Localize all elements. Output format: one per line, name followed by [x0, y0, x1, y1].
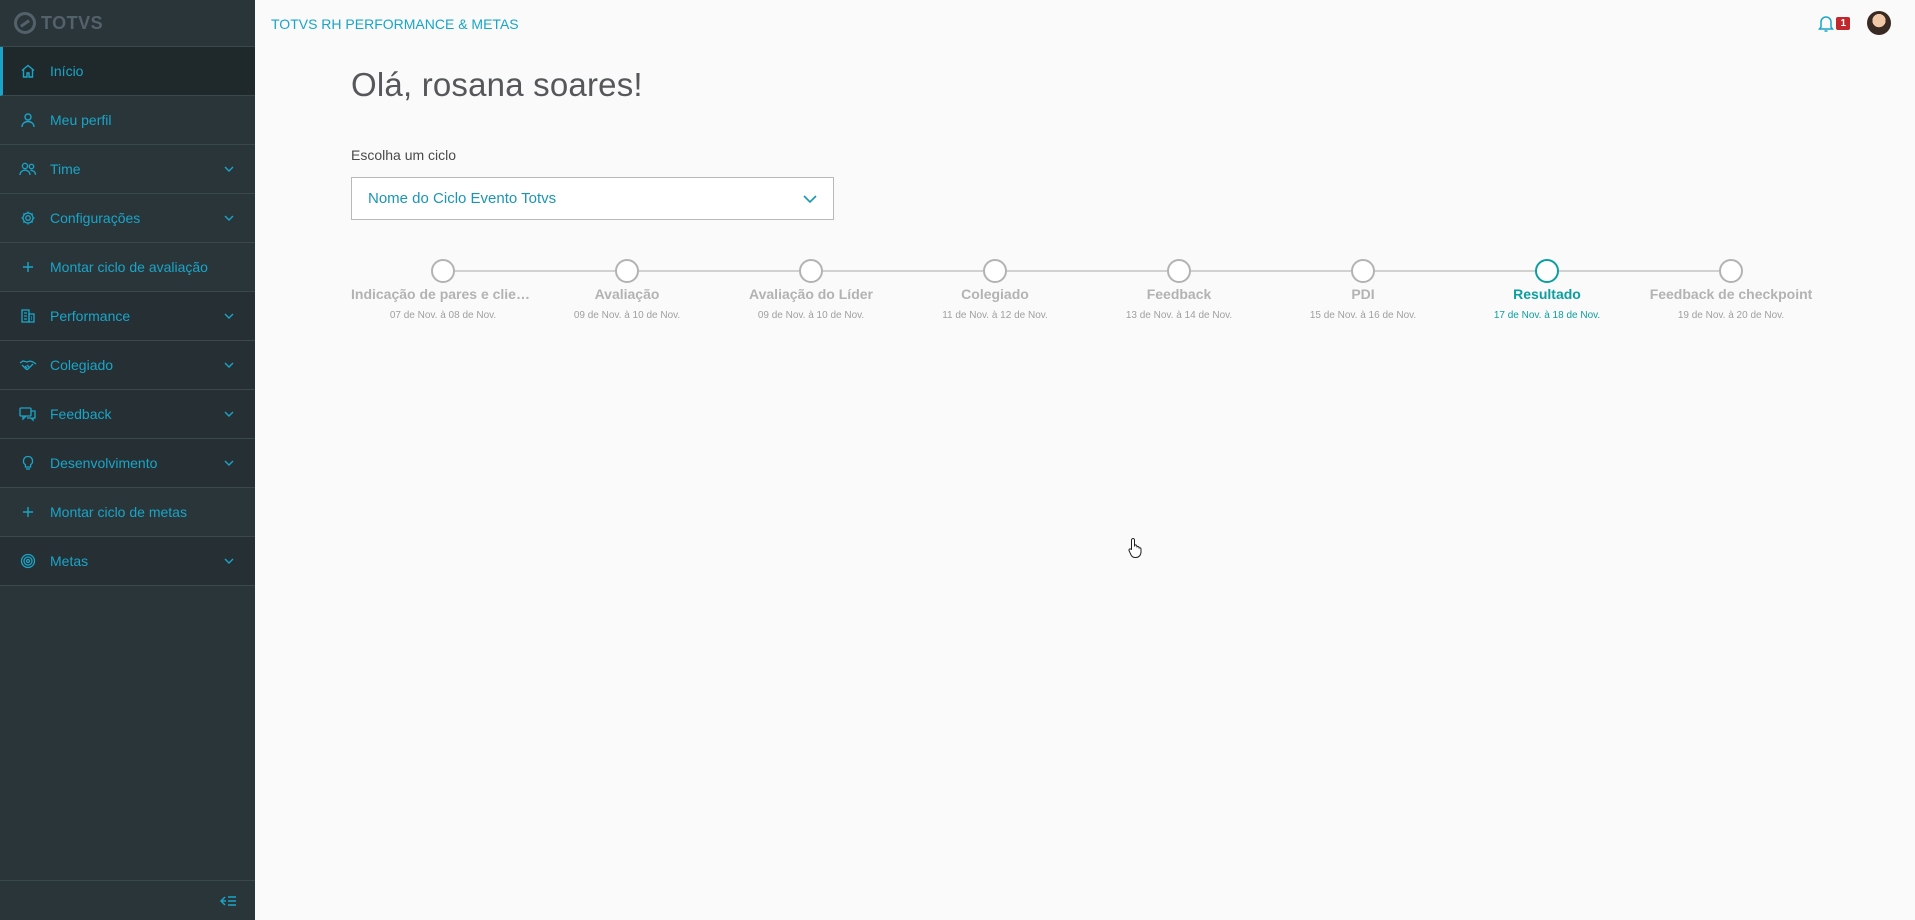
step-label: Indicação de pares e clientes [351, 286, 535, 302]
step-date: 09 de Nov. à 10 de Nov. [757, 310, 865, 321]
user-avatar[interactable] [1867, 11, 1891, 35]
target-icon [18, 551, 38, 571]
sidebar-item-label: Performance [50, 308, 131, 324]
sidebar-item-meu-perfil[interactable]: Meu perfil [0, 96, 255, 145]
sidebar-item-configuracoes[interactable]: Configurações [0, 194, 255, 243]
step-date: 07 de Nov. à 08 de Nov. [389, 310, 497, 321]
step-date: 09 de Nov. à 10 de Nov. [573, 310, 681, 321]
step-date: 17 de Nov. à 18 de Nov. [1493, 310, 1601, 321]
plus-icon [18, 502, 38, 522]
sidebar-item-metas[interactable]: Metas [0, 537, 255, 586]
step-label: Resultado [1513, 286, 1581, 302]
step-circle-icon [1535, 259, 1559, 283]
step-circle-icon [431, 259, 455, 283]
step-label: PDI [1351, 286, 1375, 302]
chevron-down-icon [224, 362, 234, 368]
sidebar-item-montar-ciclo-metas[interactable]: Montar ciclo de metas [0, 488, 255, 537]
home-icon [18, 61, 38, 81]
top-header: TOTVS RH PERFORMANCE & METAS 1 [255, 0, 1915, 47]
chevron-down-icon [803, 195, 817, 204]
sidebar: TOTVS Início Meu perfil Time Configuraçõ… [0, 0, 255, 920]
cycle-select[interactable]: Nome do Ciclo Evento Totvs [351, 177, 834, 220]
step-4[interactable]: Colegiado 11 de Nov. à 12 de Nov. [903, 259, 1087, 321]
step-label: Feedback [1146, 286, 1212, 302]
step-1[interactable]: Indicação de pares e clientes 07 de Nov. … [351, 259, 535, 321]
step-date: 13 de Nov. à 14 de Nov. [1125, 310, 1233, 321]
step-8[interactable]: Feedback de checkpoint 19 de Nov. à 20 de… [1639, 259, 1823, 321]
handshake-icon [18, 355, 38, 375]
step-5[interactable]: Feedback 13 de Nov. à 14 de Nov. [1087, 259, 1271, 321]
cycle-stepper: Indicação de pares e clientes 07 de Nov. … [351, 259, 1812, 329]
sidebar-item-label: Meu perfil [50, 112, 112, 128]
sidebar-item-desenvolvimento[interactable]: Desenvolvimento [0, 439, 255, 488]
gear-icon [18, 208, 38, 228]
cycle-select-value: Nome do Ciclo Evento Totvs [368, 190, 557, 207]
building-icon [18, 306, 38, 326]
step-circle-icon [1167, 259, 1191, 283]
logo-text: TOTVS [41, 12, 104, 33]
step-date: 15 de Nov. à 16 de Nov. [1309, 310, 1417, 321]
step-circle-icon [1351, 259, 1375, 283]
chevron-down-icon [224, 558, 234, 564]
step-6[interactable]: PDI 15 de Nov. à 16 de Nov. [1271, 259, 1455, 321]
sidebar-item-label: Colegiado [50, 357, 114, 373]
sidebar-item-label: Configurações [50, 210, 141, 226]
bell-icon [1818, 16, 1835, 32]
step-3[interactable]: Avaliação do Líder 09 de Nov. à 10 de Nov… [719, 259, 903, 321]
chevron-down-icon [224, 166, 234, 172]
collapse-menu-icon [219, 895, 236, 906]
step-label: Avaliação [594, 286, 660, 302]
step-date: 19 de Nov. à 20 de Nov. [1677, 310, 1785, 321]
plus-icon [18, 257, 38, 277]
notification-count-badge: 1 [1836, 17, 1850, 30]
totvs-logo-mark-icon [14, 12, 36, 34]
step-label: Colegiado [961, 286, 1029, 302]
sidebar-item-label: Montar ciclo de avaliação [50, 259, 208, 275]
greeting-title: Olá, rosana soares! [351, 66, 643, 103]
lightbulb-icon [18, 453, 38, 473]
sidebar-item-label: Feedback [50, 406, 112, 422]
sidebar-item-montar-ciclo-avaliacao[interactable]: Montar ciclo de avaliação [0, 243, 255, 292]
sidebar-item-inicio[interactable]: Início [0, 47, 255, 96]
step-circle-icon [983, 259, 1007, 283]
step-2[interactable]: Avaliação 09 de Nov. à 10 de Nov. [535, 259, 719, 321]
sidebar-item-label: Time [50, 161, 81, 177]
app-title: TOTVS RH PERFORMANCE & METAS [271, 15, 519, 32]
step-circle-icon [615, 259, 639, 283]
step-circle-icon [1719, 259, 1743, 283]
chevron-down-icon [224, 460, 234, 466]
totvs-logo: TOTVS [0, 0, 255, 47]
sidebar-item-label: Início [50, 63, 84, 79]
user-icon [18, 110, 38, 130]
step-7[interactable]: Resultado 17 de Nov. à 18 de Nov. [1455, 259, 1639, 321]
sidebar-item-label: Desenvolvimento [50, 455, 158, 471]
chevron-down-icon [224, 215, 234, 221]
step-label: Feedback de checkpoint [1649, 286, 1813, 302]
sidebar-item-colegiado[interactable]: Colegiado [0, 341, 255, 390]
team-icon [18, 159, 38, 179]
step-label: Avaliação do Líder [749, 286, 873, 302]
sidebar-item-time[interactable]: Time [0, 145, 255, 194]
step-circle-icon [799, 259, 823, 283]
collapse-sidebar-button[interactable] [0, 880, 255, 920]
notifications-button[interactable]: 1 [1817, 14, 1850, 33]
chat-icon [18, 404, 38, 424]
sidebar-item-label: Metas [50, 553, 89, 569]
cycle-select-label: Escolha um ciclo [351, 147, 457, 163]
sidebar-item-feedback[interactable]: Feedback [0, 390, 255, 439]
chevron-down-icon [224, 313, 234, 319]
sidebar-item-performance[interactable]: Performance [0, 292, 255, 341]
sidebar-item-label: Montar ciclo de metas [50, 504, 187, 520]
hand-pointer-cursor-icon [1128, 537, 1142, 558]
chevron-down-icon [224, 411, 234, 417]
step-date: 11 de Nov. à 12 de Nov. [942, 310, 1048, 321]
